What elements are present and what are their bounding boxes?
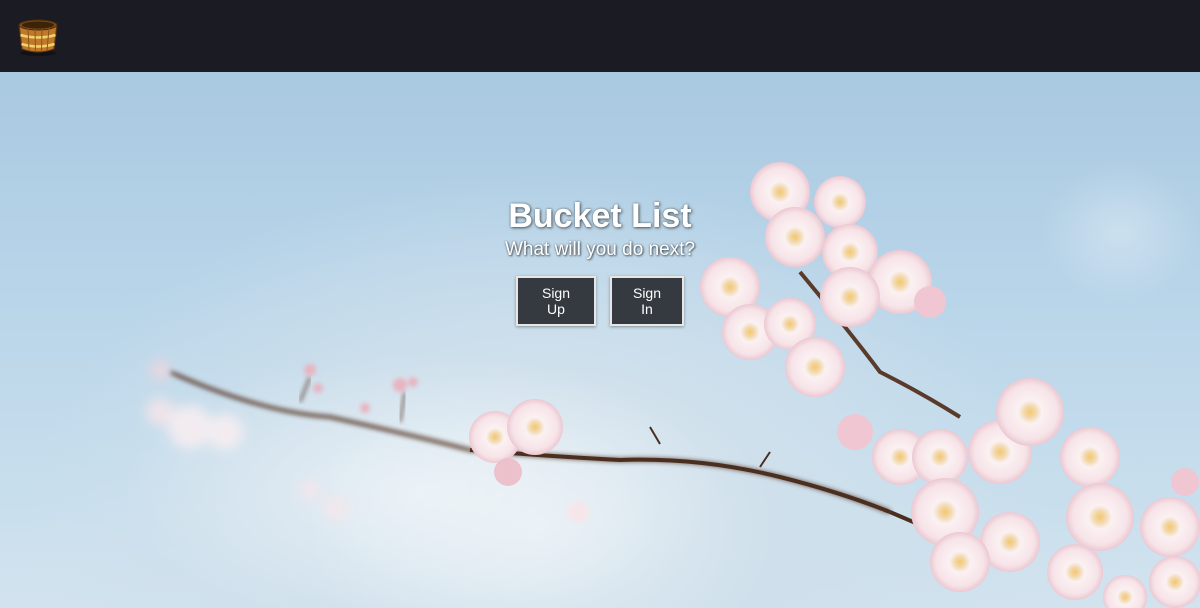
hero-button-row: Sign Up Sign In [400,276,800,326]
hero-title: Bucket List [508,197,692,235]
navbar [0,0,1200,72]
sign-up-button[interactable]: Sign Up [516,276,596,326]
hero-section: Bucket List What will you do next? Sign … [0,72,1200,608]
cherry-blossom-background-image [120,162,1200,608]
hero-content: Bucket List What will you do next? Sign … [400,196,800,326]
bucket-icon[interactable] [16,17,60,57]
sign-in-button[interactable]: Sign In [610,276,684,326]
hero-subtitle: What will you do next? [504,239,696,260]
